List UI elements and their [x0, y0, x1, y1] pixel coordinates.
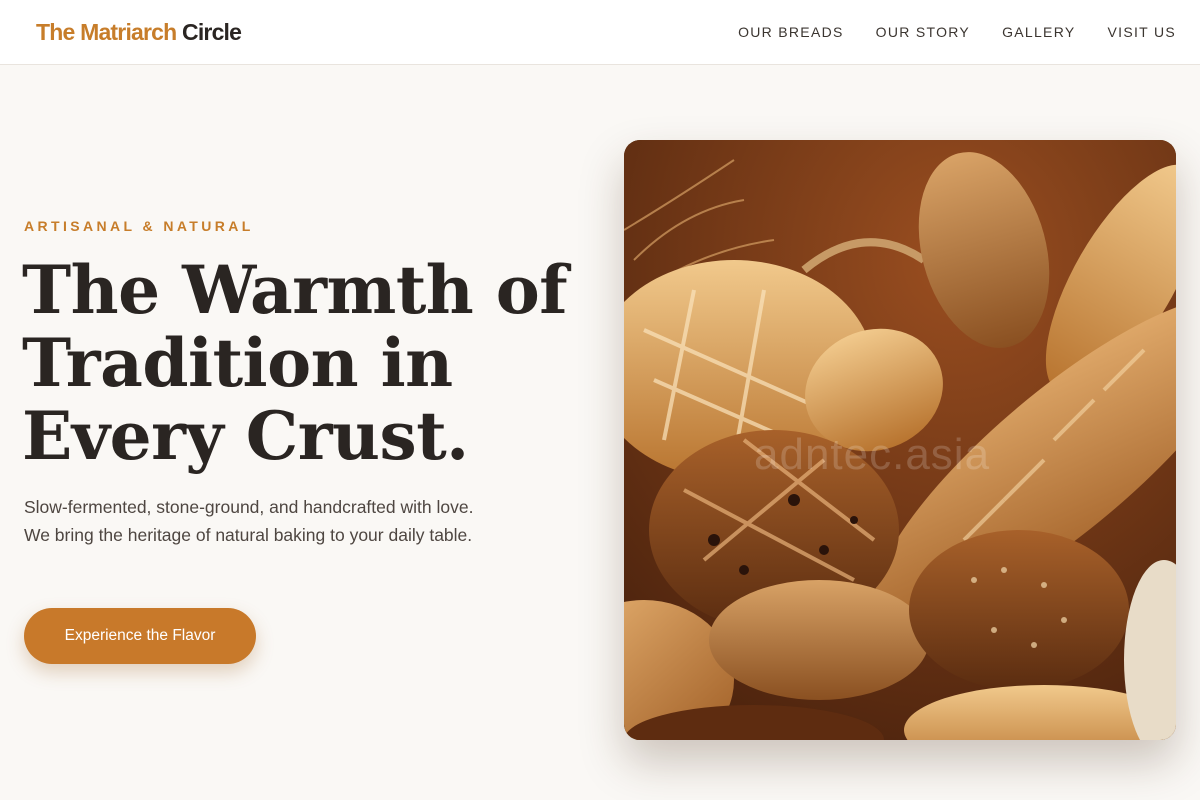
headline-line-3: Every Crust. [22, 397, 469, 475]
brand-name-part1: The Matriarch [36, 19, 177, 45]
nav-our-breads[interactable]: OUR BREADS [738, 23, 844, 41]
hero-eyebrow: ARTISANAL & NATURAL [24, 218, 254, 234]
site-header: The Matriarch Circle OUR BREADS OUR STOR… [0, 0, 1200, 65]
nav-our-story[interactable]: OUR STORY [876, 23, 970, 41]
nav-visit-us[interactable]: VISIT US [1108, 23, 1177, 41]
brand-logo[interactable]: The Matriarch Circle [36, 18, 242, 46]
main-nav: OUR BREADS OUR STORY GALLERY VISIT US [738, 23, 1176, 41]
hero-bread-image: adntec.asia [624, 140, 1176, 740]
experience-flavor-button[interactable]: Experience the Flavor [24, 608, 256, 664]
headline-line-1: The Warmth of [22, 251, 568, 329]
headline-line-2: Tradition in [22, 324, 453, 402]
hero-headline: The Warmth of Tradition in Every Crust. [22, 254, 582, 473]
nav-gallery[interactable]: GALLERY [1002, 23, 1075, 41]
brand-name-part2: Circle [182, 19, 242, 45]
hero-subtext: Slow-fermented, stone-ground, and handcr… [24, 497, 474, 545]
image-watermark: adntec.asia [754, 430, 991, 479]
